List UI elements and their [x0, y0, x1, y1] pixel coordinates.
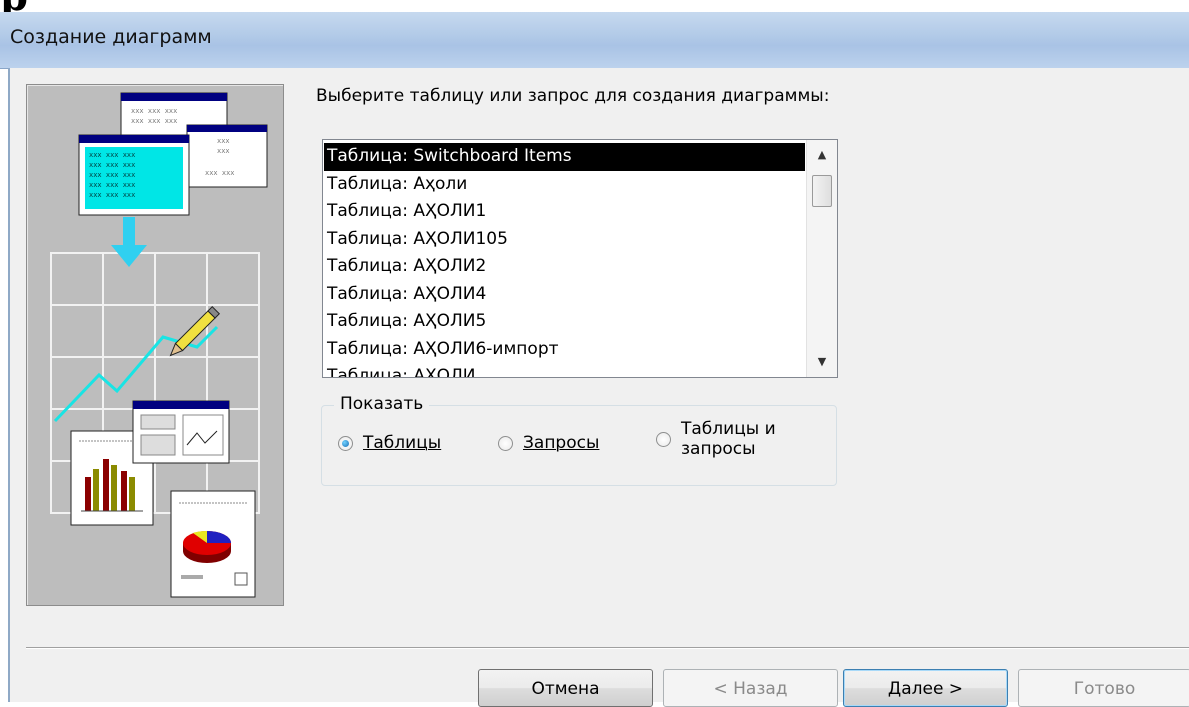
button-separator: [26, 647, 1189, 649]
window-title: Создание диаграмм: [10, 26, 212, 48]
list-item[interactable]: Таблица: АҲОЛИ2: [324, 253, 805, 281]
next-button[interactable]: Далее >: [843, 669, 1008, 707]
radio-label-line1: Таблицы и: [681, 419, 776, 439]
list-item[interactable]: Таблица: АҲОЛИ...: [324, 363, 805, 377]
list-item[interactable]: Таблица: АҲОЛИ5: [324, 308, 805, 336]
show-groupbox: Показать Таблицы Запросы Таблицы и запро…: [321, 394, 837, 486]
scroll-down-arrow-icon[interactable]: ▼: [807, 347, 837, 377]
svg-text:xxx xxx xxx: xxx xxx xxx: [89, 171, 135, 179]
svg-text:xxx xxx xxx: xxx xxx xxx: [89, 161, 135, 169]
prompt-text: Выберите таблицу или запрос для создания…: [316, 86, 830, 106]
svg-text:xxx xxx xxx: xxx xxx xxx: [89, 181, 135, 189]
wizard-illustration: xxx xxx xxx xxx xxx xxx xxx xxx xxx xxx …: [26, 84, 284, 606]
scroll-thumb[interactable]: [812, 175, 832, 207]
chart-wizard-dialog: xxx xxx xxx xxx xxx xxx xxx xxx xxx xxx …: [8, 68, 1189, 707]
radio-unselected-icon[interactable]: [656, 431, 671, 447]
svg-text:xxx xxx xxx: xxx xxx xxx: [89, 191, 135, 199]
list-item[interactable]: Таблица: Switchboard Items: [324, 143, 805, 171]
radio-unselected-icon[interactable]: [498, 435, 513, 451]
listbox-scrollbar[interactable]: ▲ ▼: [806, 140, 837, 377]
radio-selected-icon[interactable]: [338, 435, 353, 451]
scroll-up-arrow-icon[interactable]: ▲: [807, 140, 837, 170]
radio-label-line2: запросы: [681, 439, 756, 459]
svg-text:xxx xxx xxx: xxx xxx xxx: [131, 107, 177, 115]
show-group-label: Показать: [334, 394, 430, 414]
list-item[interactable]: Таблица: АҲОЛИ105: [324, 226, 805, 254]
radio-queries[interactable]: Запросы: [498, 433, 599, 453]
back-button[interactable]: < Назад: [663, 669, 838, 707]
radio-tables-label: Таблицы: [363, 433, 442, 453]
svg-text:xxx xxx: xxx xxx: [205, 169, 235, 177]
wizard-illustration-image: xxx xxx xxx xxx xxx xxx xxx xxx xxx xxx …: [50, 92, 268, 598]
finish-button[interactable]: Готово: [1018, 669, 1189, 707]
svg-text:xxx: xxx: [217, 147, 230, 155]
svg-text:xxx xxx xxx: xxx xxx xxx: [89, 151, 135, 159]
table-query-listbox[interactable]: Таблица: Switchboard Items Таблица: Аҳол…: [322, 139, 838, 378]
cancel-button[interactable]: Отмена: [478, 669, 653, 707]
radio-tables-and-queries-label: Таблицы и запросы: [681, 419, 776, 459]
list-item[interactable]: Таблица: Аҳоли: [324, 171, 805, 199]
background-document-text: р: [0, 0, 140, 12]
radio-tables[interactable]: Таблицы: [338, 433, 441, 453]
radio-queries-label: Запросы: [523, 433, 600, 453]
listbox-items: Таблица: Switchboard Items Таблица: Аҳол…: [324, 143, 805, 377]
svg-text:xxx: xxx: [217, 137, 230, 145]
svg-text:xxx xxx xxx: xxx xxx xxx: [131, 117, 177, 125]
list-item[interactable]: Таблица: АҲОЛИ1: [324, 198, 805, 226]
list-item[interactable]: Таблица: АҲОЛИ6-импорт: [324, 336, 805, 364]
list-item[interactable]: Таблица: АҲОЛИ4: [324, 281, 805, 309]
title-bar[interactable]: Создание диаграмм: [0, 12, 1189, 69]
radio-tables-and-queries[interactable]: Таблицы и запросы: [656, 419, 776, 459]
